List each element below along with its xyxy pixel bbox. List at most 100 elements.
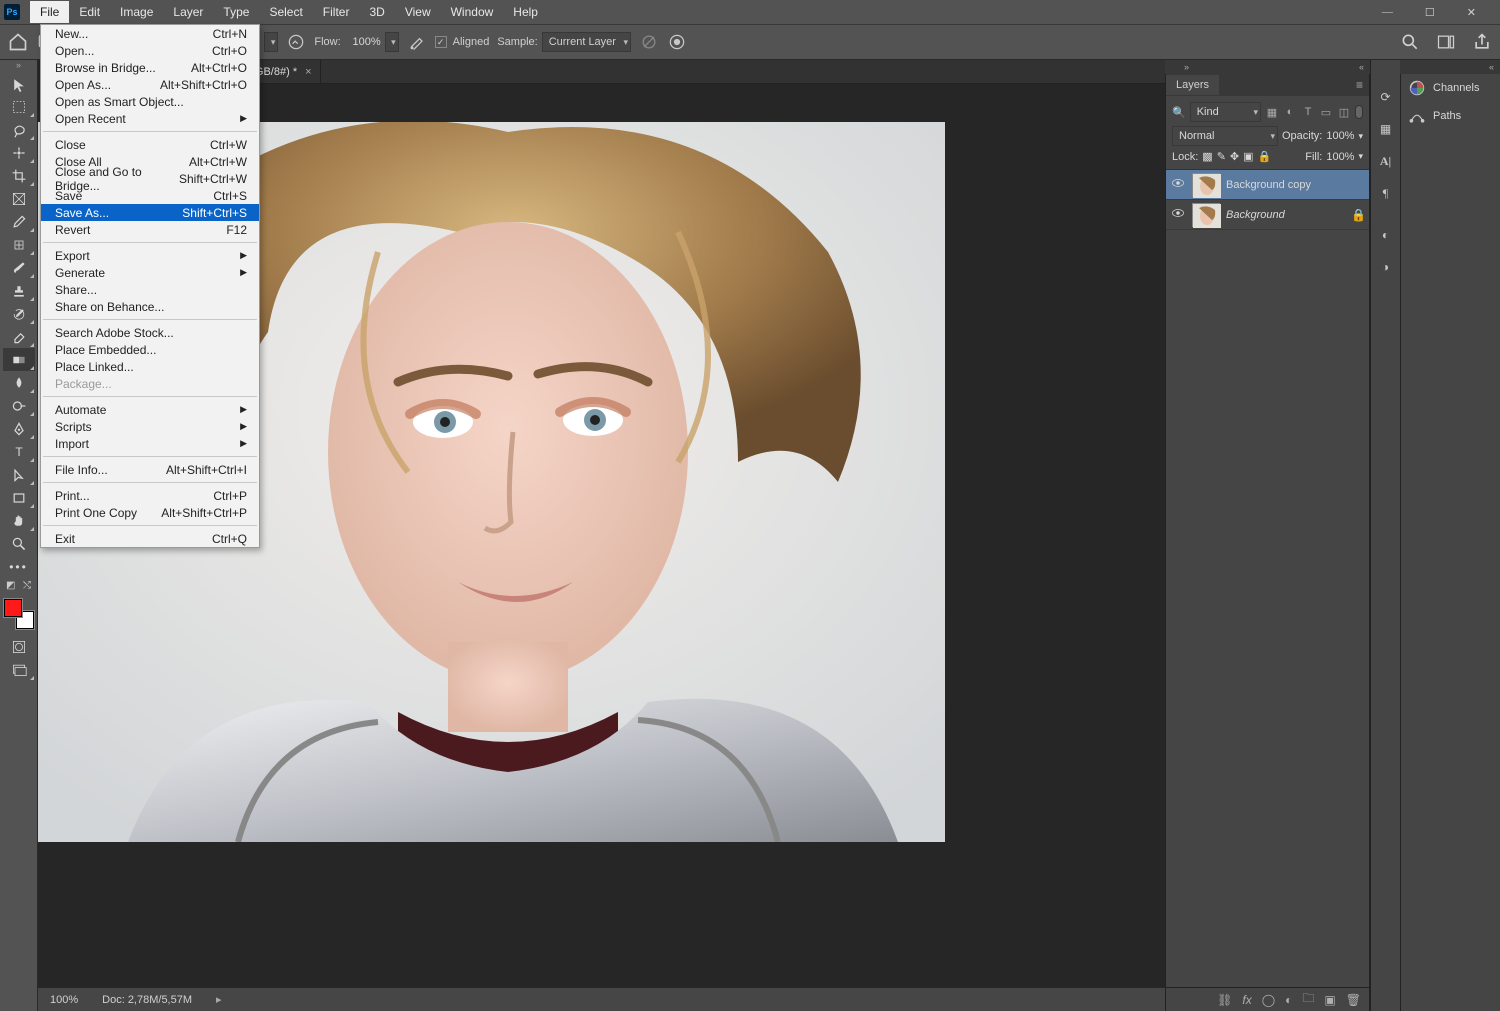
styles-panel-icon[interactable]: ◑ — [1377, 258, 1395, 276]
layer-opacity-value[interactable]: 100% — [1326, 130, 1354, 142]
brush-tool[interactable] — [3, 256, 35, 279]
status-arrow-icon[interactable]: ▸ — [216, 993, 222, 1006]
collapse-strip-1[interactable]: » — [1165, 60, 1195, 74]
hand-tool[interactable] — [3, 509, 35, 532]
fill-value[interactable]: 100% — [1326, 151, 1354, 163]
filter-smart-icon[interactable]: ◫ — [1337, 105, 1351, 119]
history-panel-icon[interactable]: ⟳ — [1377, 88, 1395, 106]
filter-kind-dropdown[interactable]: Kind — [1190, 102, 1261, 122]
new-layer-icon[interactable]: ▣ — [1324, 993, 1335, 1007]
menu-window[interactable]: Window — [441, 1, 504, 23]
toolbox-expand-icon[interactable]: » — [0, 60, 37, 72]
visibility-eye-icon[interactable] — [1170, 176, 1186, 193]
filter-type-icon[interactable]: T — [1301, 105, 1315, 119]
delete-layer-icon[interactable]: 🗑 — [1346, 993, 1361, 1007]
aligned-checkbox[interactable]: ✓ — [435, 36, 447, 48]
visibility-eye-icon[interactable] — [1170, 206, 1186, 223]
link-layers-icon[interactable]: ⛓ — [1217, 993, 1232, 1007]
close-window-button[interactable]: ✕ — [1467, 6, 1476, 19]
file-menu-new[interactable]: New...Ctrl+N — [41, 25, 259, 42]
minimize-button[interactable]: — — [1382, 6, 1393, 19]
flow-dropdown[interactable] — [385, 32, 399, 52]
pressure-opacity-icon[interactable] — [286, 32, 306, 52]
group-icon[interactable]: 🗀 — [1302, 989, 1314, 1010]
menu-help[interactable]: Help — [503, 1, 548, 23]
filter-adjust-icon[interactable]: ◐ — [1283, 105, 1297, 119]
eraser-tool[interactable] — [3, 325, 35, 348]
quick-select-tool[interactable] — [3, 141, 35, 164]
blend-mode-dropdown[interactable]: Normal — [1172, 126, 1278, 146]
menu-type[interactable]: Type — [213, 1, 259, 23]
adjustments-panel-icon[interactable]: ◐ — [1377, 226, 1395, 244]
menu-view[interactable]: View — [395, 1, 441, 23]
collapse-strip-2[interactable]: « — [1195, 60, 1370, 74]
ignore-adjustment-icon[interactable] — [639, 32, 659, 52]
lock-transparent-icon[interactable]: ▩ — [1202, 150, 1212, 163]
file-menu-share-on-behance[interactable]: Share on Behance... — [41, 298, 259, 315]
dodge-tool[interactable] — [3, 394, 35, 417]
file-menu-open-recent[interactable]: Open Recent▶ — [41, 110, 259, 127]
frame-tool[interactable] — [3, 187, 35, 210]
doc-info[interactable]: Doc: 2,78M/5,57M — [102, 994, 192, 1006]
flow-value[interactable]: 100% — [345, 36, 381, 48]
menu-3d[interactable]: 3D — [359, 1, 394, 23]
collapse-strip-4[interactable]: « — [1400, 60, 1500, 74]
rectangle-tool[interactable] — [3, 486, 35, 509]
lock-all-icon[interactable]: 🔒 — [1258, 150, 1272, 163]
layer-thumbnail[interactable] — [1192, 203, 1220, 227]
lock-artboard-icon[interactable]: ▣ — [1243, 150, 1253, 163]
search-icon[interactable] — [1400, 32, 1420, 52]
file-menu-exit[interactable]: ExitCtrl+Q — [41, 530, 259, 547]
healing-tool[interactable] — [3, 233, 35, 256]
menu-image[interactable]: Image — [110, 1, 163, 23]
menu-edit[interactable]: Edit — [69, 1, 110, 23]
fx-icon[interactable]: fx — [1242, 993, 1251, 1007]
file-menu-print[interactable]: Print...Ctrl+P — [41, 487, 259, 504]
file-menu-save-as[interactable]: Save As...Shift+Ctrl+S — [41, 204, 259, 221]
file-menu-search-adobe-stock[interactable]: Search Adobe Stock... — [41, 324, 259, 341]
screen-mode-button[interactable] — [3, 658, 35, 681]
gradient-tool[interactable] — [3, 348, 35, 371]
file-menu-export[interactable]: Export▶ — [41, 247, 259, 264]
swatches-panel-icon[interactable]: ▦ — [1377, 120, 1395, 138]
crop-tool[interactable] — [3, 164, 35, 187]
file-menu-revert[interactable]: RevertF12 — [41, 221, 259, 238]
paths-panel-collapsed[interactable]: Paths — [1401, 102, 1500, 130]
menu-filter[interactable]: Filter — [313, 1, 360, 23]
close-tab-icon[interactable]: × — [305, 66, 311, 78]
file-menu-file-info[interactable]: File Info...Alt+Shift+Ctrl+I — [41, 461, 259, 478]
adjustment-icon[interactable]: ◐ — [1285, 993, 1292, 1007]
file-menu-close[interactable]: CloseCtrl+W — [41, 136, 259, 153]
paragraph-panel-icon[interactable]: ¶ — [1377, 184, 1395, 202]
pen-tool[interactable] — [3, 417, 35, 440]
file-menu-import[interactable]: Import▶ — [41, 435, 259, 452]
edit-toolbar-button[interactable]: ••• — [3, 555, 35, 578]
menu-file[interactable]: File — [30, 1, 69, 23]
menu-layer[interactable]: Layer — [163, 1, 213, 23]
file-menu-open-as-smart-object[interactable]: Open as Smart Object... — [41, 93, 259, 110]
file-menu-generate[interactable]: Generate▶ — [41, 264, 259, 281]
color-panel-collapsed[interactable]: Channels — [1401, 74, 1500, 102]
airbrush-icon[interactable] — [407, 32, 427, 52]
foreground-color-swatch[interactable] — [4, 599, 22, 617]
file-menu-print-one-copy[interactable]: Print One CopyAlt+Shift+Ctrl+P — [41, 504, 259, 521]
file-menu-share[interactable]: Share... — [41, 281, 259, 298]
panel-menu-icon[interactable]: ≡ — [1350, 78, 1369, 92]
file-menu-scripts[interactable]: Scripts▶ — [41, 418, 259, 435]
filter-pixel-icon[interactable]: ▦ — [1265, 105, 1279, 119]
pressure-size-icon[interactable] — [667, 32, 687, 52]
share-icon[interactable] — [1472, 32, 1492, 52]
move-tool[interactable] — [3, 72, 35, 95]
lasso-tool[interactable] — [3, 118, 35, 141]
layer-row[interactable]: Background copy — [1166, 170, 1369, 200]
lock-pixels-icon[interactable]: ✎ — [1217, 150, 1226, 163]
zoom-level[interactable]: 100% — [50, 994, 78, 1006]
character-panel-icon[interactable]: A| — [1377, 152, 1395, 170]
file-menu-open[interactable]: Open...Ctrl+O — [41, 42, 259, 59]
path-select-tool[interactable] — [3, 463, 35, 486]
layer-thumbnail[interactable] — [1192, 173, 1220, 197]
zoom-tool[interactable] — [3, 532, 35, 555]
maximize-button[interactable]: ☐ — [1425, 6, 1435, 19]
marquee-tool[interactable] — [3, 95, 35, 118]
lock-position-icon[interactable]: ✥ — [1230, 150, 1239, 163]
